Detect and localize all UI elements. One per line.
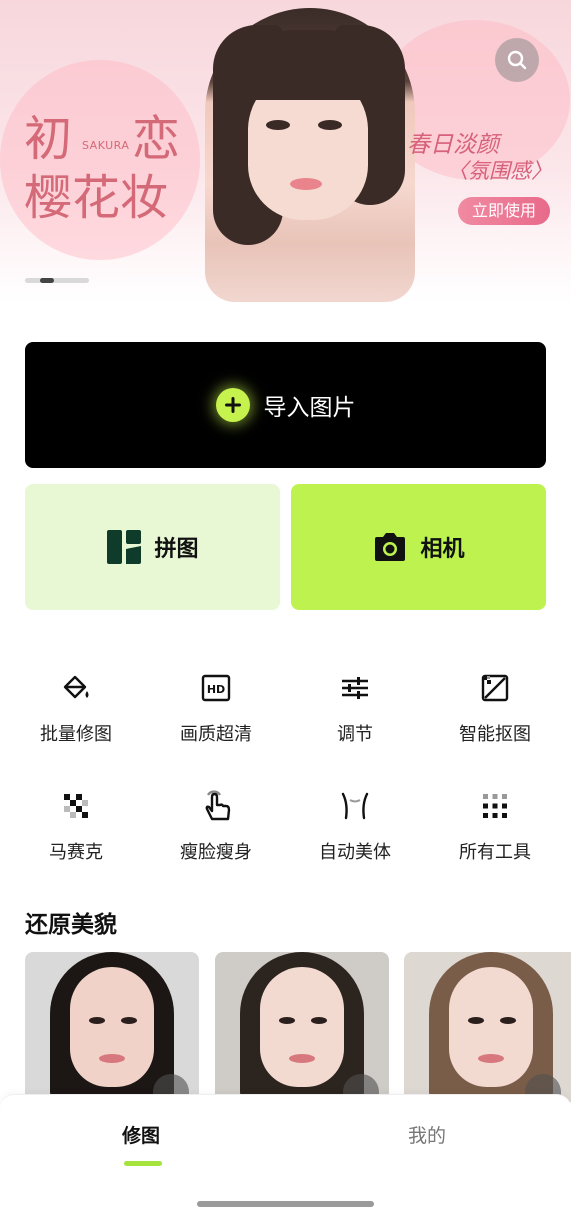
cutout-icon [477,670,513,706]
paint-bucket-icon [58,670,94,706]
card-lips [99,1054,125,1063]
camera-label: 相机 [420,537,465,562]
tool-smart-cutout[interactable]: 智能抠图 [425,670,565,746]
card-lips [478,1054,504,1063]
banner-page-indicator-active [40,278,54,283]
svg-text:HD: HD [207,683,225,696]
collage-icon [107,530,142,564]
banner-cta-button[interactable]: 立即使用 [458,197,550,225]
banner-eye-left [266,120,290,130]
tool-adjust[interactable]: 调节 [285,670,425,746]
grid-icon [477,788,513,824]
template-card[interactable] [215,952,389,1102]
banner-lips [290,178,322,190]
tool-label: 马赛克 [49,842,103,863]
tool-all-tools[interactable]: 所有工具 [425,788,565,864]
tool-mosaic[interactable]: 马赛克 [6,788,146,864]
card-face [70,967,154,1087]
search-button[interactable] [495,38,539,82]
card-eye [468,1017,484,1024]
collage-label: 拼图 [154,537,199,562]
card-lips [289,1054,315,1063]
hand-tap-icon [198,788,234,824]
tool-label: 所有工具 [459,842,531,863]
section-title: 还原美貌 [25,912,117,938]
banner-page-indicator [25,278,89,283]
tool-auto-body[interactable]: 自动美体 [285,788,425,864]
hd-icon: HD [198,670,234,706]
banner-eye-right [318,120,342,130]
tool-label: 智能抠图 [459,724,531,745]
tool-label: 调节 [337,724,373,745]
camera-button[interactable]: 相机 [291,484,546,610]
home-indicator [197,1201,374,1207]
bottom-tab-bar: 修图 我的 [0,1094,571,1218]
tool-label: 批量修图 [40,724,112,745]
card-eye [121,1017,137,1024]
template-card[interactable] [404,952,571,1102]
promo-banner[interactable]: 初 SAKURA 恋 樱花妆 春日淡颜 〈氛围感〉 立即使用 [0,0,571,302]
camera-icon [375,533,406,561]
banner-sakura-text: SAKURA [82,139,130,152]
tool-label: 自动美体 [319,842,391,863]
banner-subtitle-2: 〈氛围感〉 [447,159,552,183]
import-photo-label: 导入图片 [263,395,356,421]
banner-subtitle-1: 春日淡颜 [407,132,499,158]
tool-label: 瘦脸瘦身 [180,842,252,863]
active-tab-indicator [124,1161,162,1166]
card-eye [279,1017,295,1024]
card-face [260,967,344,1087]
tool-hd-enhance[interactable]: HD 画质超清 [146,670,286,746]
tool-slim[interactable]: 瘦脸瘦身 [146,788,286,864]
banner-title-line2: 樱花妆 [24,170,169,226]
card-eye [500,1017,516,1024]
card-face [449,967,533,1087]
import-photo-button[interactable]: 导入图片 [25,342,546,468]
banner-bangs [240,30,380,100]
tab-mine[interactable]: 我的 [408,1121,446,1148]
banner-title-char-2: 恋 [132,111,181,167]
tab-edit[interactable]: 修图 [122,1121,160,1148]
collage-button[interactable]: 拼图 [25,484,280,610]
card-eye [311,1017,327,1024]
sliders-icon [337,670,373,706]
template-card[interactable] [25,952,199,1102]
tool-batch-edit[interactable]: 批量修图 [6,670,146,746]
body-icon [337,788,373,824]
banner-title-char-1: 初 [24,111,73,167]
search-icon [507,50,527,70]
card-eye [89,1017,105,1024]
mosaic-icon [58,788,94,824]
tool-label: 画质超清 [180,724,252,745]
plus-icon [215,388,250,422]
